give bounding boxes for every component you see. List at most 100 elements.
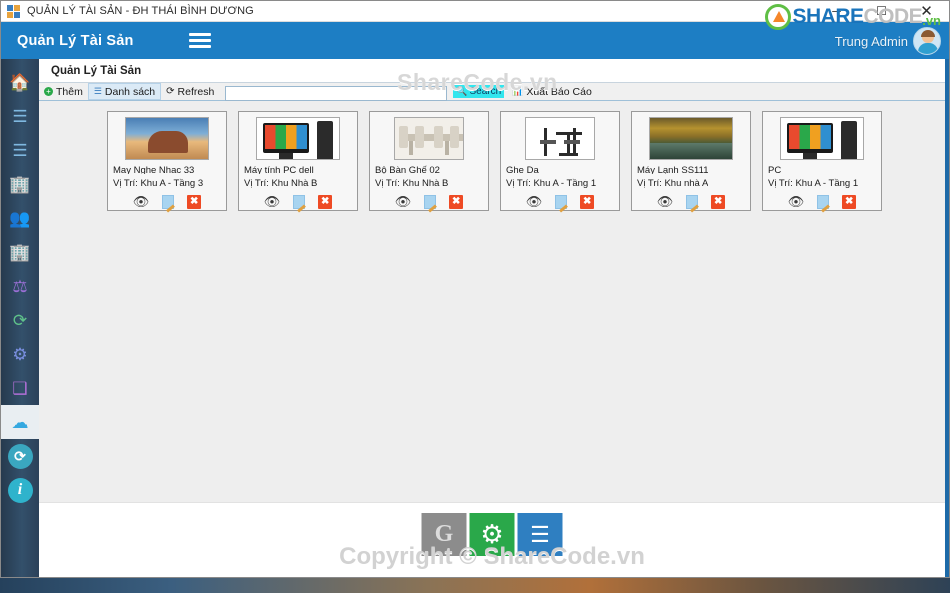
sidebar-item-info[interactable]: i bbox=[1, 473, 39, 507]
refresh-button[interactable]: ⟳ Refresh bbox=[161, 83, 219, 100]
asset-card-actions: 👁 ✖ bbox=[657, 194, 726, 210]
edit-asset-button[interactable] bbox=[293, 195, 306, 209]
refresh-icon: ⟳ bbox=[166, 86, 175, 97]
edit-asset-button[interactable] bbox=[162, 195, 175, 209]
view-asset-button[interactable]: 👁 bbox=[788, 194, 805, 210]
building-icon: 🏢 bbox=[9, 242, 31, 262]
sidebar-item-sync[interactable]: ⟳ bbox=[1, 439, 39, 473]
edit-asset-button[interactable] bbox=[424, 195, 437, 209]
qa-cube-icon: ❑ bbox=[12, 378, 28, 398]
export-report-label: Xuất Báo Cáo bbox=[526, 85, 592, 98]
content-area: Quản Lý Tài Sản + Thêm ☰ Danh sách ⟳ Ref… bbox=[39, 59, 949, 577]
hamburger-menu-icon[interactable] bbox=[188, 33, 211, 48]
info-icon: i bbox=[7, 477, 33, 503]
footer-button-settings[interactable]: ⚙ bbox=[469, 513, 515, 556]
asset-location: Vị Trí: Khu A - Tầng 1 bbox=[506, 178, 597, 188]
asset-thumbnail bbox=[525, 117, 595, 160]
asset-card-actions: 👁 ✖ bbox=[264, 194, 333, 210]
sync-icon: ⟳ bbox=[7, 443, 33, 469]
asset-location: Vị Trí: Khu Nhà B bbox=[244, 178, 318, 188]
refresh-button-label: Refresh bbox=[177, 85, 215, 98]
asset-card-actions: 👁 ✖ bbox=[395, 194, 464, 210]
search-button-label: Search bbox=[469, 86, 502, 97]
sidebar-item-list-1[interactable]: ☰ bbox=[1, 99, 39, 133]
sidebar-item-settings[interactable]: ⚙ bbox=[1, 337, 39, 371]
search-input[interactable] bbox=[225, 85, 448, 101]
asset-name: May Nghe Nhac 33 bbox=[113, 164, 195, 175]
asset-location: Vị Trí: Khu A - Tầng 1 bbox=[768, 178, 859, 188]
sidebar-item-building[interactable]: 🏢 bbox=[1, 235, 39, 269]
view-asset-button[interactable]: 👁 bbox=[526, 194, 543, 210]
asset-card[interactable]: Máy Lạnh SS111 Vị Trí: Khu nhà A 👁 ✖ bbox=[631, 111, 751, 211]
asset-name: Máy tính PC dell bbox=[244, 164, 314, 175]
asset-location: Vị Trí: Khu A - Tầng 3 bbox=[113, 178, 204, 188]
asset-location: Vị Trí: Khu Nhà B bbox=[375, 178, 449, 188]
body-area: 🏠 ☰ ☰ 🏢 👥 🏢 ⚖ ⟳ ⚙ ❑ ☁ ⟳ i Quản Lý Tài Sản + Thêm ☰ D… bbox=[1, 59, 949, 577]
sidebar-item-home[interactable]: 🏠 bbox=[1, 65, 39, 99]
avatar[interactable] bbox=[913, 27, 941, 55]
page-title: Quản Lý Tài Sản bbox=[51, 64, 142, 77]
asset-card[interactable]: Ghe Da Vị Trí: Khu A - Tầng 1 👁 ✖ bbox=[500, 111, 620, 211]
asset-thumbnail bbox=[780, 117, 864, 160]
export-report-button[interactable]: 📊 Xuất Báo Cáo bbox=[512, 86, 592, 98]
list-button-label: Danh sách bbox=[104, 85, 156, 98]
search-button[interactable]: 🔍 Search bbox=[453, 85, 505, 98]
edit-asset-button[interactable] bbox=[817, 195, 830, 209]
asset-name: PC bbox=[768, 164, 782, 175]
asset-card[interactable]: Máy tính PC dell Vị Trí: Khu Nhà B 👁 ✖ bbox=[238, 111, 358, 211]
asset-name: Ghe Da bbox=[506, 164, 539, 175]
sidebar-item-assets[interactable]: ☁ bbox=[1, 405, 39, 439]
asset-card[interactable]: May Nghe Nhac 33 Vị Trí: Khu A - Tầng 3 👁 ✖ bbox=[107, 111, 227, 211]
view-asset-button[interactable]: 👁 bbox=[657, 194, 674, 210]
building-person-icon: 🏢 bbox=[9, 174, 31, 194]
maximize-button[interactable]: ☐ bbox=[859, 1, 904, 21]
delete-asset-button[interactable]: ✖ bbox=[580, 195, 595, 209]
asset-location: Vị Trí: Khu nhà A bbox=[637, 178, 709, 188]
asset-thumbnail bbox=[125, 117, 209, 160]
asset-card-actions: 👁 ✖ bbox=[133, 194, 202, 210]
asset-name: Bộ Bàn Ghế 02 bbox=[375, 164, 440, 175]
close-button[interactable]: ✕ bbox=[904, 1, 949, 21]
footer-button-g[interactable]: G bbox=[421, 513, 467, 556]
delete-asset-button[interactable]: ✖ bbox=[187, 195, 202, 209]
asset-card-list: May Nghe Nhac 33 Vị Trí: Khu A - Tầng 3 👁 ✖… bbox=[39, 101, 945, 211]
sidebar-item-rules[interactable]: ⚖ bbox=[1, 269, 39, 303]
list-icon: ☰ bbox=[530, 521, 550, 547]
list-icon: ☰ bbox=[93, 86, 102, 96]
gear-icon: ⚙ bbox=[480, 519, 504, 549]
list-icon: ☰ bbox=[12, 140, 28, 160]
toolbar: + Thêm ☰ Danh sách ⟳ Refresh 🔍 Search 📊 … bbox=[39, 69, 945, 101]
sidebar-item-finance[interactable]: ⟳ bbox=[1, 303, 39, 337]
gears-icon: ⚙ bbox=[12, 344, 28, 364]
minimize-button[interactable]: ─ bbox=[814, 1, 859, 21]
asset-thumbnail bbox=[649, 117, 733, 160]
view-asset-button[interactable]: 👁 bbox=[133, 194, 150, 210]
delete-asset-button[interactable]: ✖ bbox=[842, 195, 857, 209]
asset-card[interactable]: PC Vị Trí: Khu A - Tầng 1 👁 ✖ bbox=[762, 111, 882, 211]
sidebar-item-users[interactable]: 👥 bbox=[1, 201, 39, 235]
footer: G ⚙ ☰ Copyright © ShareCode.vn bbox=[39, 502, 945, 577]
list-button[interactable]: ☰ Danh sách bbox=[87, 83, 162, 100]
add-button[interactable]: + Thêm bbox=[39, 83, 88, 100]
view-asset-button[interactable]: 👁 bbox=[264, 194, 281, 210]
asset-card-actions: 👁 ✖ bbox=[788, 194, 857, 210]
delete-asset-button[interactable]: ✖ bbox=[318, 195, 333, 209]
plus-circle-icon: + bbox=[44, 87, 53, 96]
sidebar-item-qa[interactable]: ❑ bbox=[1, 371, 39, 405]
list-icon: ☰ bbox=[12, 106, 28, 126]
asset-name: Máy Lạnh SS111 bbox=[637, 164, 709, 175]
asset-thumbnail bbox=[394, 117, 464, 160]
sidebar-item-list-2[interactable]: ☰ bbox=[1, 133, 39, 167]
delete-asset-button[interactable]: ✖ bbox=[449, 195, 464, 209]
edit-asset-button[interactable] bbox=[686, 195, 699, 209]
view-asset-button[interactable]: 👁 bbox=[395, 194, 412, 210]
delete-asset-button[interactable]: ✖ bbox=[711, 195, 726, 209]
footer-button-list[interactable]: ☰ bbox=[517, 513, 563, 556]
cloud-upload-icon: ☁ bbox=[11, 412, 29, 432]
add-button-label: Thêm bbox=[56, 85, 83, 98]
sidebar-item-department[interactable]: 🏢 bbox=[1, 167, 39, 201]
edit-asset-button[interactable] bbox=[555, 195, 568, 209]
app-title: Quản Lý Tài Sản bbox=[17, 32, 134, 49]
panel-header: Quản Lý Tài Sản bbox=[39, 59, 945, 82]
asset-card[interactable]: Bộ Bàn Ghế 02 Vị Trí: Khu Nhà B 👁 ✖ bbox=[369, 111, 489, 211]
